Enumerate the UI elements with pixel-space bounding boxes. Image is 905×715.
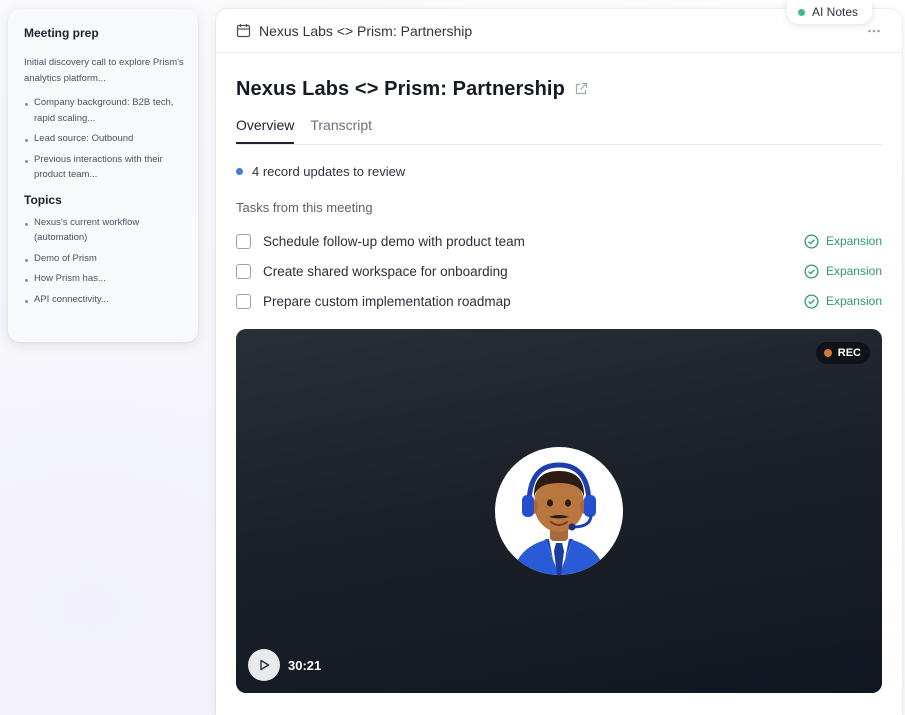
task-row: Schedule follow-up demo with product tea… [236, 226, 882, 256]
list-item: How Prism has... [24, 271, 186, 287]
check-circle-icon [804, 263, 819, 279]
task-row: Prepare custom implementation roadmap Ex… [236, 286, 882, 316]
record-updates-link[interactable]: 4 record updates to review [236, 163, 882, 179]
topics-title: Topics [24, 192, 62, 207]
task-tag[interactable]: Expansion [804, 263, 882, 279]
header-title: Nexus Labs <> Prism: Partnership [259, 22, 473, 39]
page-title: Nexus Labs <> Prism: Partnership [236, 77, 565, 100]
task-row: Create shared workspace for onboarding E… [236, 256, 882, 286]
rec-label: REC [837, 347, 861, 359]
rec-dot [823, 349, 832, 357]
task-text: Create shared workspace for onboarding [263, 263, 508, 279]
more-horizontal-icon[interactable] [867, 24, 881, 38]
task-list: Schedule follow-up demo with product tea… [236, 226, 882, 316]
meeting-prep-intro: Initial discovery call to explore Prism'… [24, 57, 184, 84]
task-checkbox[interactable] [236, 233, 251, 249]
list-item: Lead source: Outbound [24, 131, 186, 147]
task-checkbox[interactable] [236, 263, 251, 279]
task-text: Prepare custom implementation roadmap [263, 293, 511, 309]
rec-badge: REC [815, 342, 870, 364]
meeting-title-row: Nexus Labs <> Prism: Partnership [236, 76, 882, 102]
participant-avatar [495, 447, 623, 575]
play-button[interactable] [248, 649, 280, 681]
video-duration: 30:21 [288, 658, 322, 673]
play-icon [257, 658, 271, 672]
calendar-icon [236, 23, 251, 38]
ai-notes-label: AI Notes [812, 5, 859, 19]
check-circle-icon [804, 233, 819, 249]
meeting-panel: Nexus Labs <> Prism: Partnership Nexus L… [216, 9, 902, 715]
task-text: Schedule follow-up demo with product tea… [263, 233, 525, 249]
check-circle-icon [804, 293, 819, 309]
external-link-icon[interactable] [574, 82, 588, 96]
task-tag[interactable]: Expansion [804, 233, 882, 249]
status-dot [236, 167, 243, 175]
list-item: Previous interactions with their product… [24, 152, 186, 183]
status-dot [798, 8, 805, 16]
list-item: API connectivity... [24, 292, 186, 308]
meeting-prep-card: Meeting prep Initial discovery call to e… [8, 9, 198, 342]
task-checkbox[interactable] [236, 293, 251, 309]
list-item: Company background: B2B tech, rapid scal… [24, 95, 186, 126]
task-tag-label: Expansion [825, 264, 882, 278]
task-tag[interactable]: Expansion [804, 293, 882, 309]
video-player[interactable]: REC 30:21 [236, 329, 882, 693]
topics-list: Nexus's current workflow (automation) De… [24, 215, 186, 308]
ai-notes-button[interactable]: AI Notes [787, 0, 873, 24]
meeting-prep-list: Company background: B2B tech, rapid scal… [24, 95, 186, 183]
task-tag-label: Expansion [825, 234, 882, 248]
list-item: Demo of Prism [24, 251, 186, 267]
tab-transcript[interactable]: Transcript [310, 117, 372, 144]
panel-content: Nexus Labs <> Prism: Partnership Overvie… [216, 76, 902, 316]
tasks-heading: Tasks from this meeting [236, 200, 373, 215]
tab-overview[interactable]: Overview [236, 117, 295, 144]
task-tag-label: Expansion [825, 294, 882, 308]
record-updates-text: 4 record updates to review [252, 163, 406, 179]
meeting-prep-title: Meeting prep [24, 26, 99, 40]
list-item: Nexus's current workflow (automation) [24, 215, 186, 246]
tab-bar: Overview Transcript [236, 117, 882, 145]
